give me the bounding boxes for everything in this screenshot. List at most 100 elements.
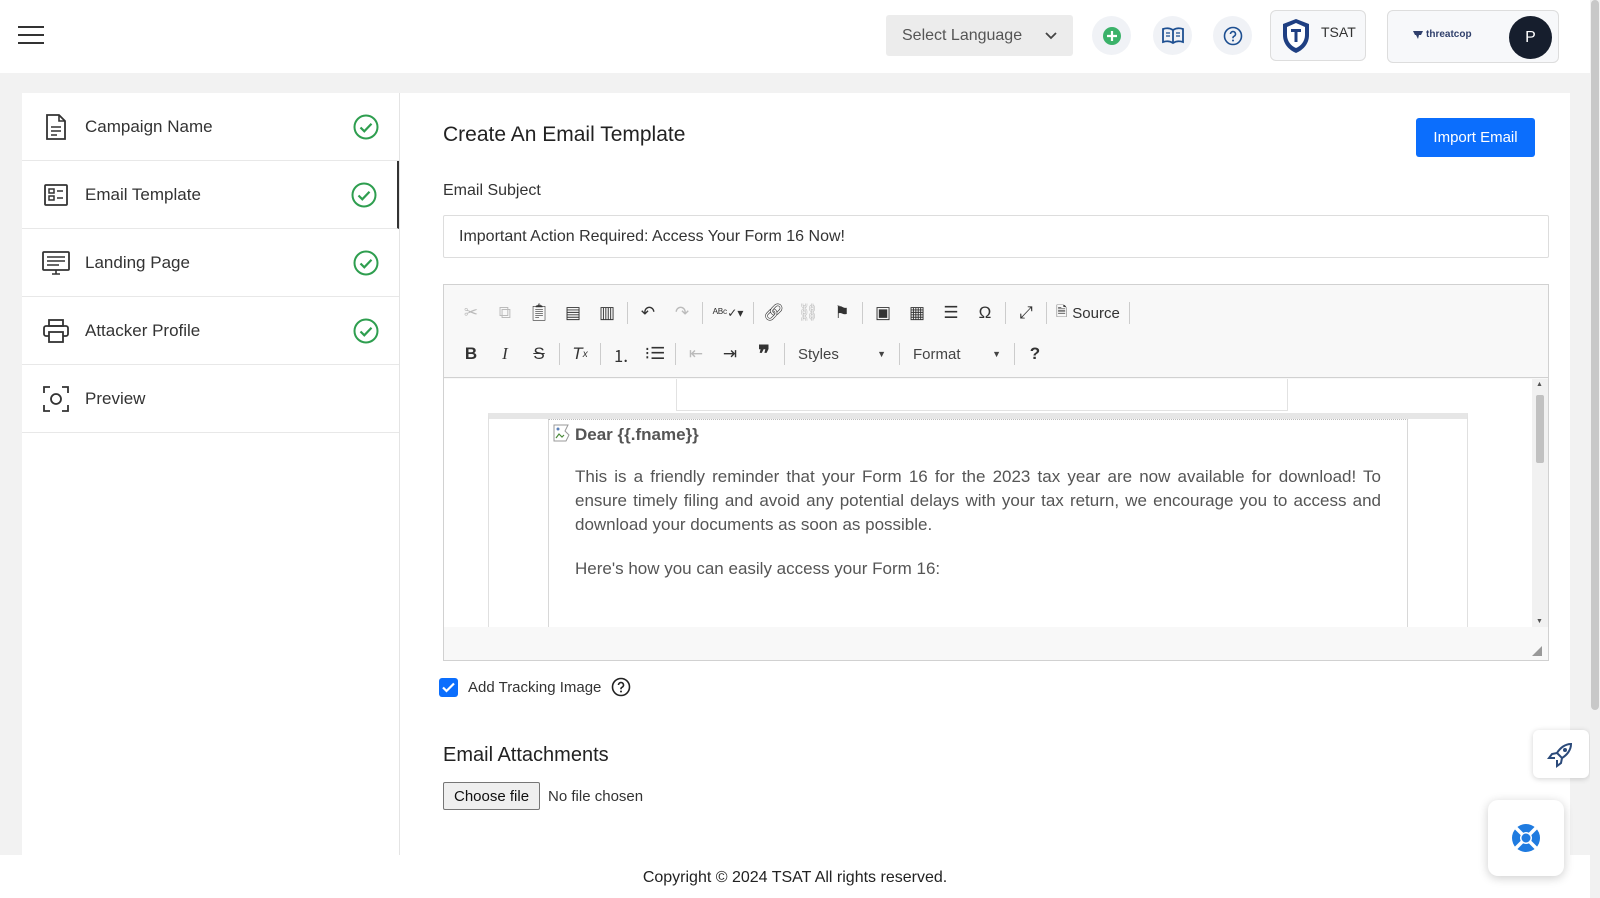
- cut-icon[interactable]: ✂: [454, 299, 488, 327]
- special-char-icon[interactable]: Ω: [968, 299, 1002, 327]
- source-button[interactable]: 🗎︎ Source: [1050, 299, 1126, 327]
- editor-toolbar: ✂ ⧉ 📋︎ ▤ ▥ ↶ ↷ ᴬᴮᶜ✓▾ 🔗︎ ⛓ ⚑ ▣ ▦ ☰ Ω ⤢ 🗎︎…: [444, 285, 1548, 378]
- bulleted-list-icon[interactable]: ⁝☰: [638, 340, 672, 368]
- import-email-button[interactable]: Import Email: [1416, 118, 1535, 157]
- preview-camera-icon: [42, 385, 70, 413]
- tracking-image-label: Add Tracking Image: [468, 678, 602, 696]
- choose-file-button[interactable]: Choose file: [443, 782, 541, 810]
- email-attachments-title: Email Attachments: [443, 744, 609, 766]
- editor-scrollbar-thumb[interactable]: [1536, 395, 1544, 463]
- page-scrollbar[interactable]: [1590, 0, 1600, 898]
- strikethrough-icon[interactable]: S: [522, 340, 556, 368]
- support-button[interactable]: [1488, 800, 1564, 876]
- horizontal-line-icon[interactable]: ☰: [934, 299, 968, 327]
- top-bar: Select Language TSAT threatcop P: [0, 0, 1590, 73]
- resize-handle-icon[interactable]: [1532, 646, 1542, 656]
- main-panel: Create An Email Template Import Email Em…: [400, 93, 1570, 855]
- paste-text-icon[interactable]: ▤: [556, 299, 590, 327]
- monitor-icon: [42, 249, 70, 277]
- hamburger-menu-icon[interactable]: [18, 26, 44, 44]
- editor-scrollbar[interactable]: ▲ ▼: [1532, 379, 1548, 627]
- italic-icon[interactable]: I: [488, 340, 522, 368]
- undo-icon[interactable]: ↶: [631, 299, 665, 327]
- paste-word-icon[interactable]: ▥: [590, 299, 624, 327]
- paste-icon[interactable]: 📋︎: [522, 299, 556, 327]
- email-paragraph: Here's how you can easily access your Fo…: [575, 559, 941, 578]
- outdent-icon[interactable]: ⇤: [679, 340, 713, 368]
- styles-dropdown[interactable]: Styles ▼: [788, 340, 896, 368]
- sidebar-item-label: Preview: [85, 388, 146, 408]
- sidebar-item-label: Campaign Name: [85, 116, 213, 136]
- remove-format-icon[interactable]: Tx: [563, 340, 597, 368]
- email-subject-label: Email Subject: [443, 182, 541, 199]
- anchor-flag-icon[interactable]: ⚑: [825, 299, 859, 327]
- question-circle-icon: [1223, 26, 1242, 45]
- rocket-icon: [1547, 742, 1573, 768]
- no-file-text: No file chosen: [548, 787, 644, 805]
- unlink-icon[interactable]: ⛓: [791, 299, 825, 327]
- help-button[interactable]: [1213, 16, 1252, 55]
- sidebar-item-campaign-name[interactable]: Campaign Name: [22, 93, 399, 161]
- indent-icon[interactable]: ⇥: [713, 340, 747, 368]
- email-paragraph: This is a friendly reminder that your Fo…: [575, 467, 1381, 534]
- template-icon: [42, 181, 70, 209]
- spellcheck-icon[interactable]: ᴬᴮᶜ✓▾: [706, 299, 750, 327]
- steps-sidebar: Campaign Name Email Template Landing Pag…: [22, 93, 400, 855]
- sidebar-item-label: Attacker Profile: [85, 320, 201, 340]
- numbered-list-icon[interactable]: ⒈: [604, 340, 638, 368]
- sidebar-item-email-template[interactable]: Email Template: [22, 161, 399, 229]
- sidebar-item-preview[interactable]: Preview: [22, 365, 399, 433]
- sidebar-item-label: Email Template: [85, 184, 201, 204]
- source-label: Source: [1072, 304, 1120, 322]
- source-doc-icon: 🗎︎: [1056, 303, 1068, 319]
- bold-icon[interactable]: B: [454, 340, 488, 368]
- maximize-icon[interactable]: ⤢: [1009, 299, 1043, 327]
- checkmark-icon: [442, 682, 455, 693]
- editor-content-area[interactable]: Dear {{.fname}} This is a friendly remin…: [444, 379, 1548, 627]
- add-button[interactable]: [1092, 16, 1131, 55]
- email-body-text: Dear {{.fname}} This is a friendly remin…: [575, 423, 1381, 601]
- book-icon: [1161, 26, 1184, 44]
- email-preheader-block: [676, 379, 1288, 411]
- blockquote-icon[interactable]: ❞: [747, 340, 781, 368]
- scroll-down-icon[interactable]: ▼: [1536, 618, 1543, 625]
- language-select-value: Select Language: [902, 26, 1023, 44]
- launch-button[interactable]: [1533, 730, 1589, 778]
- image-icon[interactable]: ▣: [866, 299, 900, 327]
- user-menu[interactable]: threatcop P: [1387, 10, 1559, 63]
- table-icon[interactable]: ▦: [900, 299, 934, 327]
- email-greeting: Dear {{.fname}}: [575, 425, 699, 444]
- file-input: Choose file No file chosen: [443, 782, 643, 810]
- dropdown-arrow-icon: ▼: [877, 349, 886, 359]
- rich-text-editor: ✂ ⧉ 📋︎ ▤ ▥ ↶ ↷ ᴬᴮᶜ✓▾ 🔗︎ ⛓ ⚑ ▣ ▦ ☰ Ω ⤢ 🗎︎…: [443, 284, 1549, 661]
- format-dropdown[interactable]: Format ▼: [903, 340, 1011, 368]
- printer-icon: [42, 317, 70, 345]
- copy-icon[interactable]: ⧉: [488, 299, 522, 327]
- completed-check-icon: [353, 250, 379, 276]
- tsat-switch[interactable]: TSAT: [1270, 10, 1366, 61]
- threatcop-logo-text: threatcop: [1426, 29, 1472, 40]
- scroll-up-icon[interactable]: ▲: [1536, 381, 1543, 388]
- link-icon[interactable]: 🔗︎: [757, 299, 791, 327]
- question-circle-icon[interactable]: [611, 677, 631, 697]
- document-icon: [42, 113, 70, 141]
- lifebuoy-icon: [1512, 824, 1540, 852]
- format-label: Format: [913, 345, 961, 363]
- footer: Copyright © 2024 TSAT All rights reserve…: [0, 855, 1590, 898]
- language-select[interactable]: Select Language: [886, 15, 1073, 56]
- email-subject-input[interactable]: [443, 215, 1549, 258]
- sidebar-item-landing-page[interactable]: Landing Page: [22, 229, 399, 297]
- styles-label: Styles: [798, 345, 839, 363]
- editor-help-icon[interactable]: ?: [1018, 340, 1052, 368]
- tracking-image-checkbox[interactable]: [439, 677, 458, 697]
- copyright-text: Copyright © 2024 TSAT All rights reserve…: [642, 869, 948, 886]
- plus-circle-icon: [1102, 26, 1121, 45]
- page-scrollbar-thumb[interactable]: [1591, 0, 1599, 710]
- avatar[interactable]: P: [1509, 16, 1552, 59]
- redo-icon[interactable]: ↷: [665, 299, 699, 327]
- dropdown-arrow-icon: ▼: [992, 349, 1001, 359]
- completed-check-icon: [353, 318, 379, 344]
- broken-image-icon: [553, 424, 570, 442]
- sidebar-item-attacker-profile[interactable]: Attacker Profile: [22, 297, 399, 365]
- guide-button[interactable]: [1153, 16, 1192, 55]
